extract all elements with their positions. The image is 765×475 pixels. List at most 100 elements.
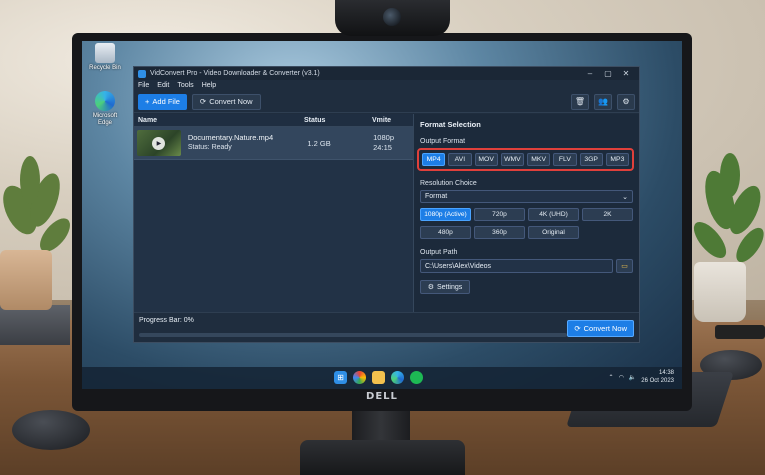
format-button-3gp[interactable]: 3GP (579, 153, 603, 166)
monitor-brand-logo: DELL (366, 391, 398, 402)
clock[interactable]: 14:38 26 Oct 2023 (641, 369, 674, 385)
desktop-icon-label: Recycle Bin (89, 65, 121, 71)
monitor: Recycle Bin Microsoft Edge VidConvert Pr… (72, 33, 692, 411)
file-explorer-icon[interactable] (372, 371, 385, 384)
refresh-icon: ⟳ (574, 324, 581, 333)
convert-now-label: Convert Now (583, 324, 627, 333)
webcam-lens (383, 8, 401, 26)
chrome-icon[interactable] (353, 371, 366, 384)
resolution-button-720p[interactable]: 720p (474, 208, 525, 221)
file-meta: 1080p 24:15 (373, 133, 413, 153)
resolution-choice-label: Resolution Choice (420, 180, 477, 187)
clock-date: 26 Oct 2023 (641, 378, 674, 384)
file-list-panel: Name Status Vmite ▶ Documentary.Nature.m… (134, 114, 414, 312)
format-button-mp4[interactable]: MP4 (422, 153, 446, 166)
clock-time: 14:38 (658, 370, 674, 376)
file-name: Documentary.Nature.mp4 (187, 133, 274, 142)
resolution-format-select[interactable]: Format ⌄ (420, 190, 633, 203)
settings-button[interactable]: ⚙ Settings (420, 280, 470, 294)
volume-icon[interactable]: 🔈 (629, 374, 636, 381)
file-duration: 24:15 (373, 143, 392, 152)
resolution-button-2k[interactable]: 2K (582, 208, 633, 221)
menu-help[interactable]: Help (202, 82, 216, 89)
toolbar-convert-now-button[interactable]: ⟳ Convert Now (191, 93, 261, 110)
chevron-up-icon[interactable]: ⌃ (609, 374, 614, 381)
title-bar: VidConvert Pro - Video Downloader & Conv… (134, 67, 639, 80)
menu-bar: File Edit Tools Help (134, 80, 639, 91)
column-header-status[interactable]: Status (300, 117, 368, 124)
recycle-bin-icon (95, 43, 115, 63)
toolbar: + Add File ⟳ Convert Now 🗑 👥 ⚙ (134, 91, 639, 113)
folder-icon: ▭ (621, 263, 628, 270)
edge-icon[interactable] (391, 371, 404, 384)
desktop-icon-recycle-bin[interactable]: Recycle Bin (85, 43, 125, 72)
spotify-icon[interactable] (410, 371, 423, 384)
taskbar: ⊞ ⌃ ◠ 🔈 14:38 26 Oct 2023 (82, 367, 682, 389)
video-thumbnail: ▶ (137, 130, 181, 156)
pot-left (0, 250, 52, 310)
edge-icon (95, 91, 115, 111)
convert-now-label: Convert Now (209, 97, 253, 106)
desktop-icon-label: Microsoft Edge (92, 113, 118, 126)
table-row[interactable]: ▶ Documentary.Nature.mp4 Status: Ready 1… (134, 127, 413, 160)
menu-edit[interactable]: Edit (157, 82, 169, 89)
resolution-button-4k[interactable]: 4K (UHD) (528, 208, 579, 221)
format-button-flv[interactable]: FLV (553, 153, 577, 166)
app-window: VidConvert Pro - Video Downloader & Conv… (133, 66, 640, 343)
column-header-vmite[interactable]: Vmite (368, 117, 391, 124)
menu-file[interactable]: File (138, 82, 149, 89)
system-tray: ⌃ ◠ 🔈 14:38 26 Oct 2023 (609, 369, 674, 385)
mouse-left (12, 410, 90, 450)
menu-tools[interactable]: Tools (177, 82, 193, 89)
footer: Progress Bar: 0% ⟳ Convert Now (134, 312, 639, 343)
pot-right (694, 262, 746, 322)
app-logo-icon (138, 69, 146, 78)
output-format-group: MP4 AVI MOV WMV MKV FLV 3GP MP3 (417, 148, 634, 171)
column-header-name[interactable]: Name (134, 117, 300, 124)
minimize-button[interactable]: – (581, 69, 599, 78)
trash-icon: 🗑 (574, 97, 586, 106)
resolution-button-original[interactable]: Original (528, 226, 579, 239)
format-button-avi[interactable]: AVI (448, 153, 472, 166)
play-icon[interactable]: ▶ (152, 136, 166, 150)
format-button-mov[interactable]: MOV (474, 153, 498, 166)
browse-folder-button[interactable]: ▭ (616, 259, 633, 273)
format-button-wmv[interactable]: WMV (500, 153, 524, 166)
output-path-label: Output Path (420, 249, 458, 256)
resolution-select-value: Format (425, 193, 448, 200)
wifi-icon[interactable]: ◠ (619, 374, 624, 381)
users-button[interactable]: 👥 (594, 93, 612, 110)
windows-start-icon[interactable]: ⊞ (334, 371, 347, 384)
main-body: Name Status Vmite ▶ Documentary.Nature.m… (134, 114, 639, 312)
webcam (335, 0, 450, 36)
output-path-input[interactable]: C:\Users\Alex\Videos (420, 259, 613, 273)
resolution-button-1080p[interactable]: 1080p (Active) (420, 208, 471, 221)
resolution-button-360p[interactable]: 360p (474, 226, 525, 239)
output-path-row: C:\Users\Alex\Videos ▭ (420, 259, 633, 273)
format-button-mkv[interactable]: MKV (527, 153, 551, 166)
file-resolution: 1080p (373, 133, 394, 142)
table-header: Name Status Vmite (134, 114, 413, 127)
progress-bar (139, 333, 567, 337)
users-icon: 👥 (598, 97, 608, 106)
close-button[interactable]: ✕ (617, 69, 635, 78)
laptop-left (0, 305, 70, 345)
format-button-mp3[interactable]: MP3 (605, 153, 629, 166)
screen: Recycle Bin Microsoft Edge VidConvert Pr… (82, 41, 682, 389)
settings-gear-button[interactable]: ⚙ (617, 93, 635, 110)
taskbar-apps: ⊞ (334, 371, 423, 384)
add-file-label: Add File (152, 97, 180, 106)
file-size: 1.2 GB (307, 138, 331, 148)
add-file-button[interactable]: + Add File (138, 93, 187, 110)
file-status: Status: Ready (187, 144, 232, 151)
gear-icon: ⚙ (622, 97, 630, 106)
maximize-button[interactable]: ▢ (599, 69, 617, 78)
convert-now-button[interactable]: ⟳ Convert Now (567, 320, 634, 337)
delete-button[interactable]: 🗑 (571, 93, 589, 110)
resolution-grid: 1080p (Active) 720p 4K (UHD) 2K 480p 360… (420, 208, 633, 239)
refresh-icon: ⟳ (199, 97, 207, 106)
desktop-icon-edge[interactable]: Microsoft Edge (85, 91, 125, 127)
resolution-button-480p[interactable]: 480p (420, 226, 471, 239)
monitor-foot (300, 440, 465, 475)
gear-icon: ⚙ (427, 284, 434, 291)
